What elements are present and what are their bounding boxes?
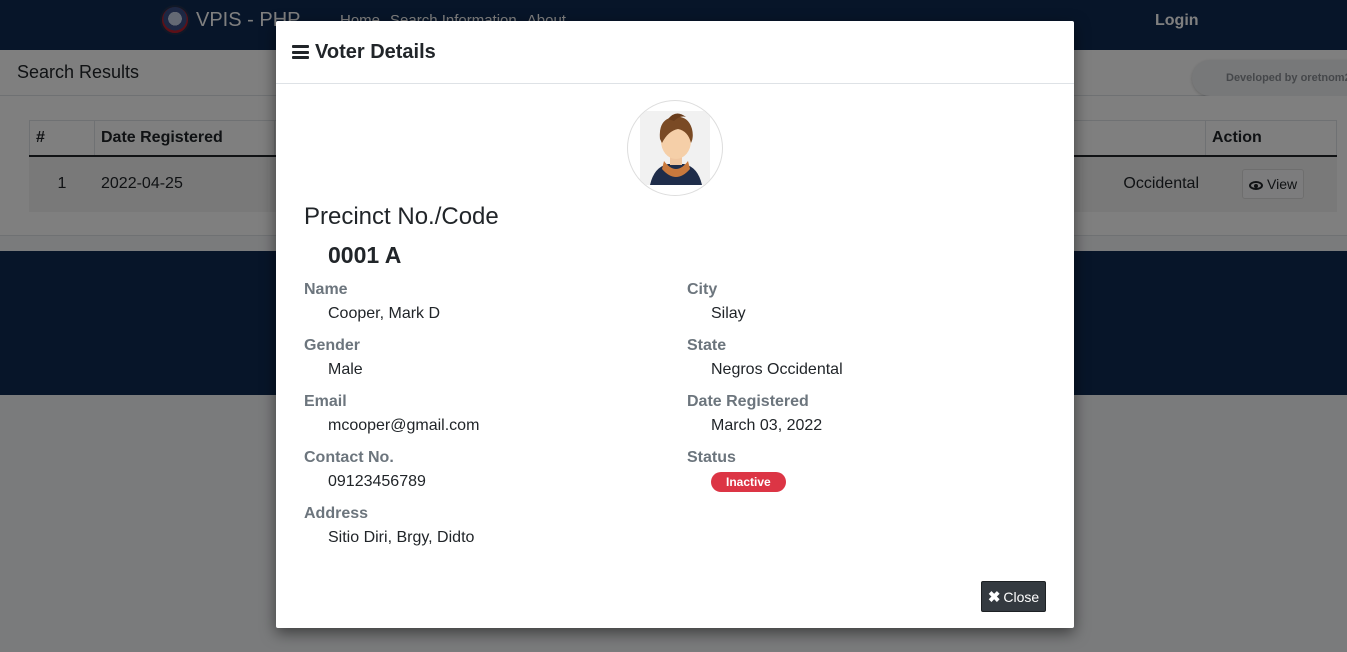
gender-value: Male	[328, 361, 363, 378]
name-label: Name	[304, 281, 348, 298]
person-avatar-icon	[650, 113, 702, 185]
address-value: Sitio Diri, Brgy, Didto	[328, 529, 475, 546]
contact-label: Contact No.	[304, 449, 394, 466]
address-label: Address	[304, 505, 369, 522]
status-label: Status	[687, 449, 736, 466]
precinct-label: Precinct No./Code	[304, 203, 499, 230]
date-registered-value: March 03, 2022	[711, 417, 823, 434]
city-value: Silay	[711, 305, 746, 322]
city-label: City	[687, 281, 718, 298]
close-icon: ✖	[987, 588, 1001, 606]
email-value: mcooper@gmail.com	[328, 417, 480, 434]
name-value: Cooper, Mark D	[328, 305, 441, 322]
email-label: Email	[304, 393, 347, 410]
status-badge: Inactive	[711, 472, 786, 492]
close-button-label: Close	[1003, 588, 1040, 605]
date-registered-label: Date Registered	[687, 393, 809, 410]
state-label: State	[687, 337, 727, 354]
avatar	[627, 100, 723, 196]
modal-header: Voter Details	[276, 21, 1074, 84]
gender-label: Gender	[304, 337, 361, 354]
modal-title: Voter Details	[315, 41, 436, 63]
contact-value: 09123456789	[328, 473, 426, 490]
state-value: Negros Occidental	[711, 361, 843, 378]
voter-details-modal: Voter Details Precinct No./Code 0001 A N…	[276, 21, 1074, 628]
close-button[interactable]: ✖ Close	[981, 581, 1046, 612]
precinct-value: 0001 A	[328, 242, 402, 268]
bars-icon	[292, 45, 309, 59]
